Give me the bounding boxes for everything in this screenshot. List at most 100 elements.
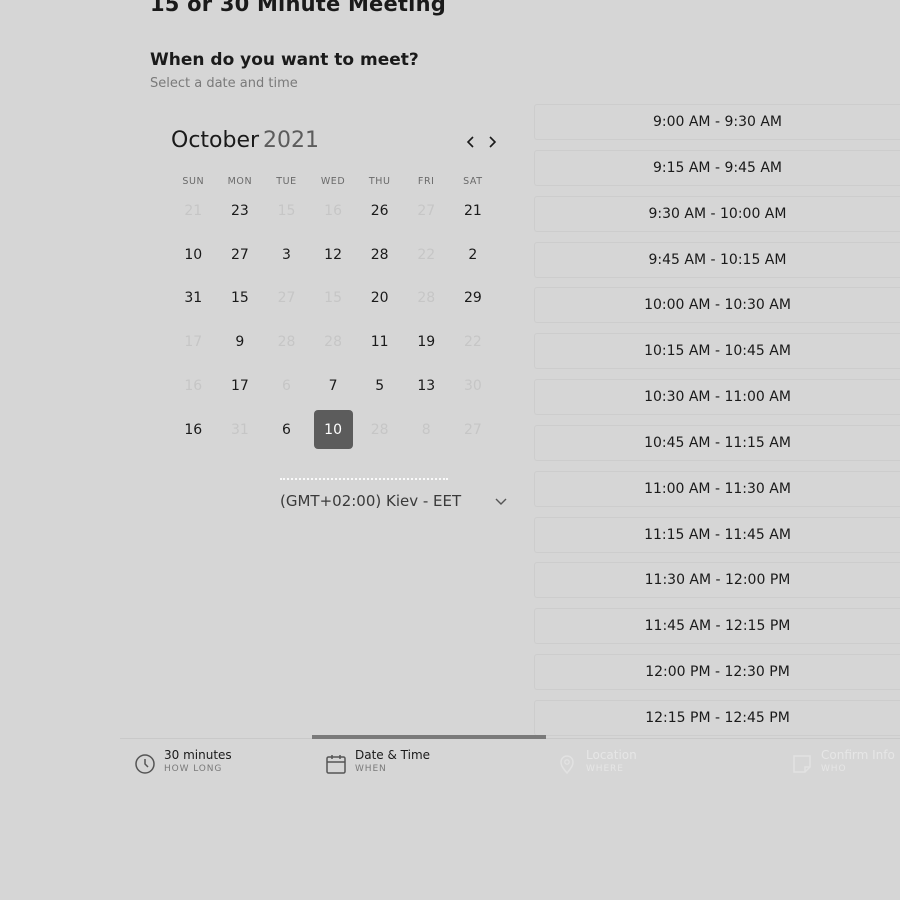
calendar-day-number: 28 (277, 334, 296, 351)
weekday-label: SUN (182, 176, 205, 187)
calendar-day[interactable]: 29 (450, 277, 497, 321)
calendar-day-number: 21 (184, 202, 203, 219)
calendar-day-number: 28 (370, 421, 389, 438)
time-slot-button[interactable]: 10:15 AM - 10:45 AM (534, 333, 900, 370)
calendar-day-number: 21 (463, 202, 482, 219)
calendar-day: 15 (263, 189, 310, 233)
calendar-month-header: October 2021 (171, 128, 319, 153)
calendar-year: 2021 (263, 128, 320, 153)
calendar-day[interactable]: 15 (217, 277, 264, 321)
calendar-day-number: 27 (277, 290, 296, 307)
calendar-day-number: 26 (370, 202, 389, 219)
time-slot-button[interactable]: 9:45 AM - 10:15 AM (534, 241, 900, 278)
previous-month-button[interactable] (461, 132, 481, 152)
calendar-day[interactable]: 23 (217, 189, 264, 233)
calendar-day[interactable]: 7 (310, 364, 357, 408)
section-question: When do you want to meet? (150, 50, 419, 70)
calendar-day-number: 3 (282, 246, 291, 263)
calendar-day: 28 (310, 320, 357, 364)
time-slot-button[interactable]: 10:30 AM - 11:00 AM (534, 379, 900, 416)
time-slot-button[interactable]: 9:00 AM - 9:30 AM (534, 104, 900, 140)
calendar-day: 15 (310, 277, 357, 321)
time-slot-button[interactable]: 12:00 PM - 12:30 PM (534, 654, 900, 691)
calendar-day[interactable]: 9 (217, 320, 264, 364)
section-subtitle: Select a date and time (150, 76, 298, 91)
weekday-label: MON (227, 176, 253, 187)
calendar-day: 28 (356, 408, 403, 452)
calendar-day[interactable]: 11 (356, 320, 403, 364)
step-label: Confirm Info (821, 748, 895, 762)
calendar-day-number: 19 (417, 334, 436, 351)
calendar-day: 27 (263, 277, 310, 321)
time-slot-button[interactable]: 9:15 AM - 9:45 AM (534, 149, 900, 186)
calendar-day: 6 (263, 364, 310, 408)
time-slot-button[interactable]: 10:00 AM - 10:30 AM (534, 287, 900, 324)
weekday-header: SUN MON TUE WED THU FRI SAT (170, 176, 496, 187)
calendar-day: 31 (217, 408, 264, 452)
calendar-day[interactable]: 20 (356, 277, 403, 321)
calendar-day-number: 23 (230, 202, 249, 219)
calendar-day-number: 27 (463, 421, 482, 438)
calendar-day: 22 (450, 320, 497, 364)
calendar-day-number: 15 (230, 290, 249, 307)
chevron-down-icon (495, 498, 507, 505)
calendar-day-number: 29 (463, 290, 482, 307)
calendar-day-number: 6 (282, 421, 291, 438)
step-sublabel: WHO (821, 764, 847, 774)
calendar-day-number: 31 (230, 421, 249, 438)
calendar-day[interactable]: 12 (310, 233, 357, 277)
time-slot-button[interactable]: 11:30 AM - 12:00 PM (534, 562, 900, 599)
calendar-day: 27 (403, 189, 450, 233)
step-where[interactable]: Location WHERE (556, 748, 637, 775)
calendar-day-number: 22 (463, 334, 482, 351)
clock-icon (135, 754, 155, 774)
calendar-day[interactable]: 21 (450, 189, 497, 233)
calendar-day-number: 7 (328, 378, 338, 395)
calendar-day[interactable]: 27 (217, 233, 264, 277)
time-slot-button[interactable]: 11:45 AM - 12:15 PM (534, 608, 900, 645)
location-pin-icon (560, 755, 574, 775)
step-label: 30 minutes (164, 748, 232, 762)
calendar-day[interactable]: 26 (356, 189, 403, 233)
time-slot-button[interactable]: 11:00 AM - 11:30 AM (534, 470, 900, 507)
step-when[interactable]: Date & Time WHEN (325, 748, 430, 775)
timezone-select[interactable]: (GMT+02:00) Kiev - EET (270, 484, 515, 518)
calendar-day[interactable]: 2 (450, 233, 497, 277)
calendar-day-number: 9 (235, 334, 245, 351)
next-month-button[interactable] (482, 132, 502, 152)
step-how-long[interactable]: 30 minutes HOW LONG (134, 748, 232, 775)
time-slot-button[interactable]: 10:45 AM - 11:15 AM (534, 424, 900, 461)
calendar-day[interactable]: 6 (263, 408, 310, 452)
calendar-day[interactable]: 3 (263, 233, 310, 277)
calendar-day-number: 28 (417, 290, 436, 307)
calendar-day-number: 28 (324, 334, 342, 351)
calendar-day[interactable]: 16 (170, 408, 217, 452)
active-step-indicator (312, 735, 546, 739)
time-slot-button[interactable]: 11:15 AM - 11:45 AM (534, 516, 900, 553)
time-slot-button[interactable]: 9:30 AM - 10:00 AM (534, 195, 900, 232)
calendar-day-number: 27 (230, 246, 249, 263)
calendar-day-number: 6 (282, 378, 291, 395)
time-slot-button[interactable]: 12:15 PM - 12:45 PM (534, 699, 900, 736)
calendar-day[interactable]: 13 (403, 364, 450, 408)
calendar-day: 16 (170, 364, 217, 408)
calendar-day-number: 27 (417, 202, 436, 219)
calendar-day-number: 28 (370, 246, 389, 263)
calendar-day-number: 15 (324, 290, 342, 307)
step-label: Location (586, 748, 637, 762)
calendar-day[interactable]: 28 (356, 233, 403, 277)
calendar-month: October (171, 128, 260, 153)
calendar-day: 27 (450, 408, 497, 452)
calendar-day-selected[interactable]: 10 (310, 408, 357, 452)
weekday-label: SAT (463, 176, 483, 187)
calendar-day-number: 17 (184, 334, 203, 351)
step-who[interactable]: Confirm Info WHO (791, 748, 895, 775)
calendar-day[interactable]: 19 (403, 320, 450, 364)
calendar-day[interactable]: 31 (170, 277, 217, 321)
calendar-day[interactable]: 17 (217, 364, 264, 408)
calendar-day-number: 20 (370, 290, 389, 307)
calendar-day[interactable]: 10 (170, 233, 217, 277)
calendar-day: 28 (263, 320, 310, 364)
calendar-day-number: 16 (184, 378, 203, 395)
calendar-day[interactable]: 5 (356, 364, 403, 408)
